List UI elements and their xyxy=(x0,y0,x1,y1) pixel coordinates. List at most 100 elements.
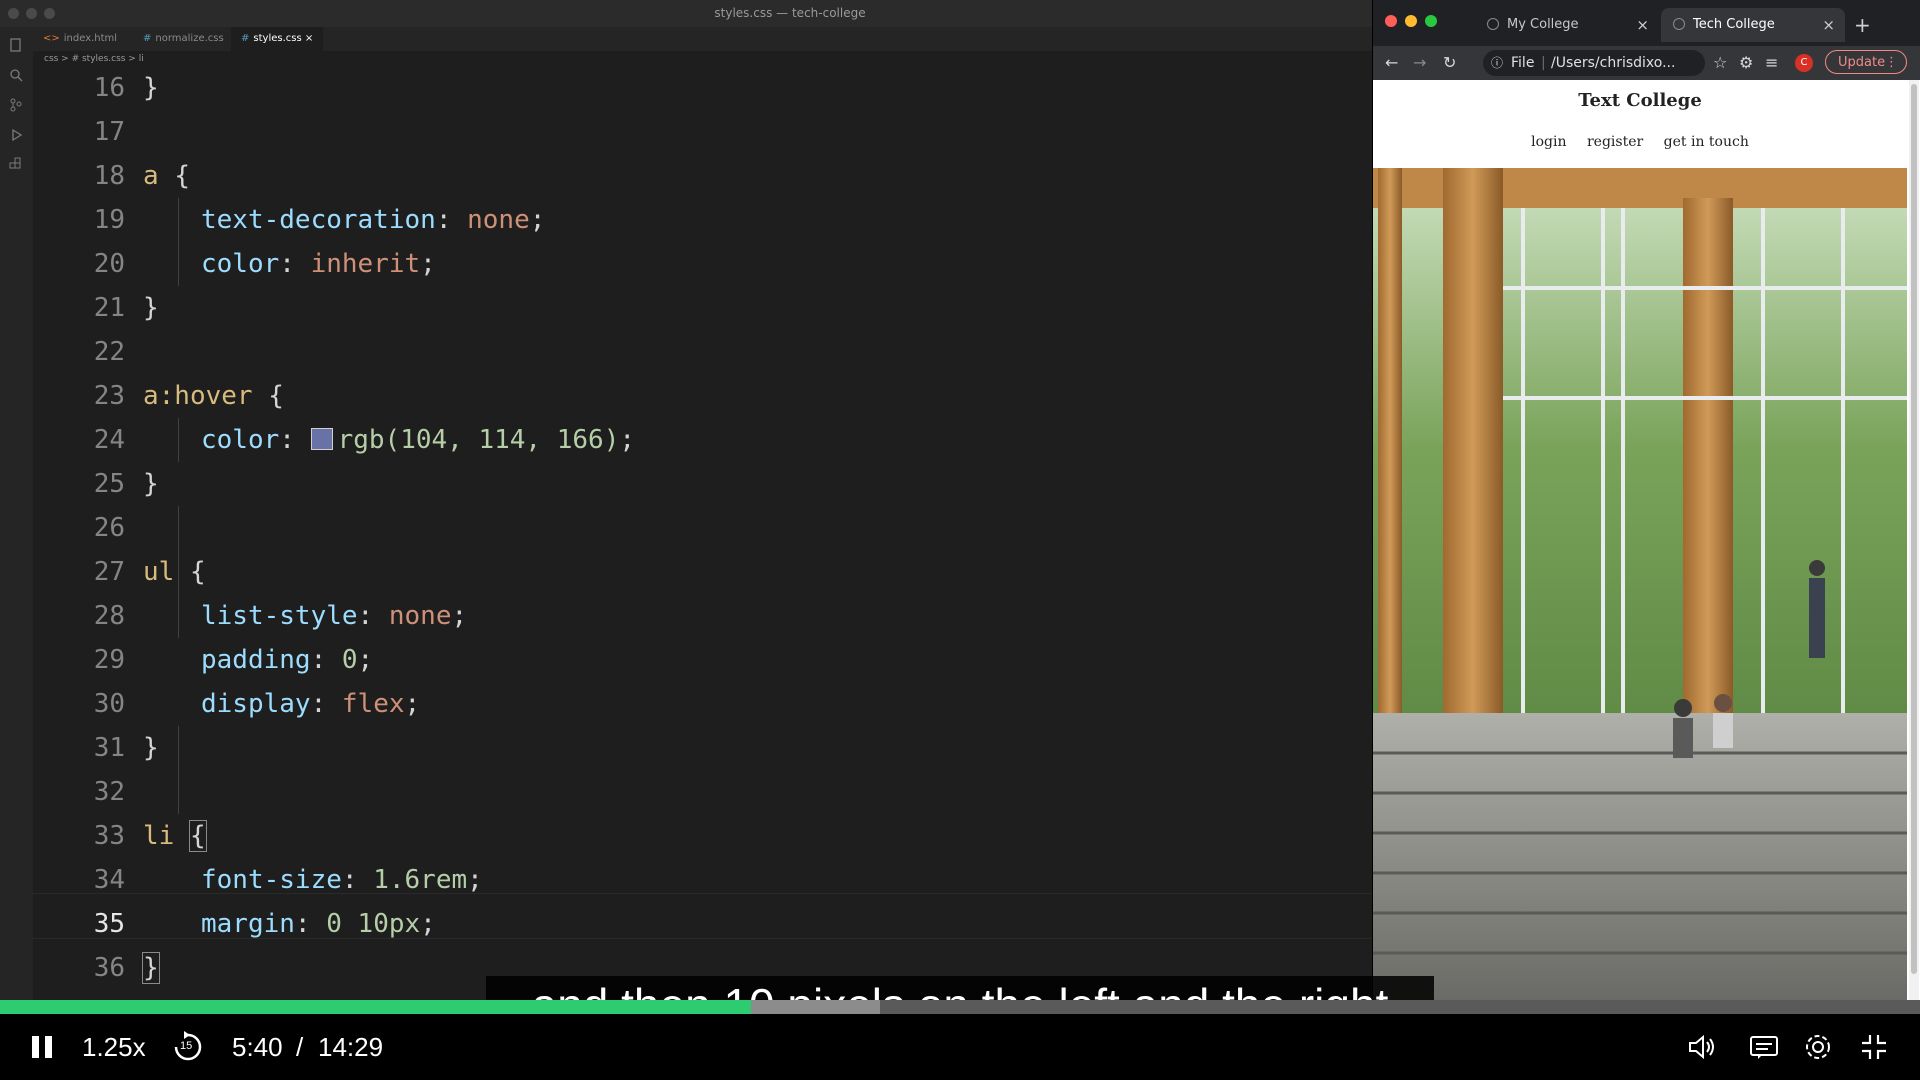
campus-atrium-photo xyxy=(1373,168,1907,1000)
minimize-window-button[interactable] xyxy=(1405,15,1417,27)
code-line[interactable]: 29 padding: 0; xyxy=(33,638,1372,682)
color-swatch[interactable] xyxy=(310,428,333,450)
forward-arrow-icon[interactable]: → xyxy=(1413,46,1426,80)
kebab-menu-icon[interactable]: ⋮ xyxy=(1873,51,1898,75)
site-title: Text College xyxy=(1578,90,1702,111)
browser-tab-strip: My College × Tech College × + xyxy=(1373,0,1920,46)
run-debug-icon[interactable] xyxy=(8,127,24,143)
code-line[interactable]: 17 xyxy=(33,110,1372,154)
tab-label: styles.css xyxy=(253,33,302,44)
html-file-icon: <> xyxy=(43,33,60,44)
code-text: list-style: none; xyxy=(201,601,468,631)
reload-icon[interactable]: ↻ xyxy=(1443,46,1456,80)
code-line[interactable]: 16} xyxy=(33,66,1372,110)
code-line[interactable]: 26 xyxy=(33,506,1372,550)
close-tab-icon[interactable]: × xyxy=(1636,8,1649,42)
code-text: } xyxy=(143,293,159,323)
line-number: 35 xyxy=(93,909,125,939)
line-number: 18 xyxy=(93,161,125,191)
code-line[interactable]: 32 xyxy=(33,770,1372,814)
nav-link-get-in-touch[interactable]: get in touch xyxy=(1664,134,1749,150)
bookmark-star-icon[interactable]: ☆ xyxy=(1713,46,1727,80)
source-control-icon[interactable] xyxy=(8,97,24,113)
code-line[interactable]: 35 margin: 0 10px; xyxy=(33,902,1372,946)
update-button[interactable]: Update ⋮ xyxy=(1825,50,1907,74)
code-text: } xyxy=(143,73,159,103)
line-number: 33 xyxy=(93,821,125,851)
info-icon[interactable]: ⓘ xyxy=(1491,50,1503,76)
code-line[interactable]: 34 font-size: 1.6rem; xyxy=(33,858,1372,902)
line-number: 28 xyxy=(93,601,125,631)
close-tab-icon[interactable]: × xyxy=(1822,8,1835,42)
nav-link-register[interactable]: register xyxy=(1587,134,1643,150)
code-text: display: flex; xyxy=(201,689,421,719)
maximize-window-button[interactable] xyxy=(1425,15,1437,27)
new-tab-button[interactable]: + xyxy=(1854,10,1871,40)
settings-gear-icon[interactable] xyxy=(1802,1031,1834,1063)
code-line[interactable]: 19 text-decoration: none; xyxy=(33,198,1372,242)
exit-fullscreen-icon[interactable] xyxy=(1858,1031,1890,1063)
code-line[interactable]: 33 li { xyxy=(33,814,1372,858)
captions-icon[interactable] xyxy=(1748,1031,1780,1063)
browser-tab-tech-college[interactable]: Tech College × xyxy=(1661,8,1845,42)
browser-window: My College × Tech College × + ← → ↻ ⓘ Fi… xyxy=(1372,0,1920,1080)
pause-icon[interactable] xyxy=(26,1031,58,1063)
code-text: font-size: 1.6rem; xyxy=(201,865,483,895)
address-scheme: File xyxy=(1511,55,1535,71)
code-text: li { xyxy=(143,820,207,852)
profile-avatar[interactable]: C xyxy=(1795,54,1813,72)
close-tab-icon[interactable]: × xyxy=(305,33,313,44)
reading-list-icon[interactable]: ≡ xyxy=(1765,46,1778,80)
code-text: text-decoration: none; xyxy=(201,205,546,235)
code-line[interactable]: 18 a { xyxy=(33,154,1372,198)
line-number: 31 xyxy=(93,733,125,763)
tab-index-html[interactable]: <> index.html xyxy=(33,27,127,51)
code-text: a:hover { xyxy=(143,381,284,411)
address-text: /Users/chrisdixo... xyxy=(1551,55,1676,71)
browser-toolbar: ← → ↻ ⓘ File | /Users/chrisdixo... ☆ ⚙ ≡… xyxy=(1373,46,1920,80)
line-number: 20 xyxy=(93,249,125,279)
code-line[interactable]: 28 list-style: none; xyxy=(33,594,1372,638)
extensions-puzzle-icon[interactable]: ⚙ xyxy=(1739,46,1753,80)
activity-bar xyxy=(0,27,33,1080)
skip-back-15-button[interactable]: 15 xyxy=(172,1031,204,1063)
search-icon[interactable] xyxy=(8,67,24,83)
page-scrollbar[interactable] xyxy=(1909,80,1919,1000)
close-window-button[interactable] xyxy=(1385,15,1397,27)
web-page: Text College login register get in touch xyxy=(1373,80,1920,1000)
extensions-icon[interactable] xyxy=(8,157,24,173)
code-text: ul { xyxy=(143,557,206,587)
code-editor-window: styles.css — tech-college <> index.html #… xyxy=(0,0,1372,1080)
code-text: } xyxy=(143,469,159,499)
browser-tab-my-college[interactable]: My College × xyxy=(1475,8,1659,42)
current-time: 5:40 xyxy=(232,1032,283,1062)
code-line[interactable]: 27 ul { xyxy=(33,550,1372,594)
volume-icon[interactable] xyxy=(1686,1031,1718,1063)
line-number: 34 xyxy=(93,865,125,895)
code-line[interactable]: 20 color: inherit; xyxy=(33,242,1372,286)
scrollbar-thumb[interactable] xyxy=(1911,84,1917,974)
code-line[interactable]: 22 xyxy=(33,330,1372,374)
code-line[interactable]: 24 color: rgb(104, 114, 166); xyxy=(33,418,1372,462)
code-line[interactable]: 31} xyxy=(33,726,1372,770)
code-line[interactable]: 23 a:hover { xyxy=(33,374,1372,418)
line-number: 32 xyxy=(93,777,125,807)
address-bar[interactable]: ⓘ File | /Users/chrisdixo... xyxy=(1483,50,1705,76)
back-arrow-icon[interactable]: ← xyxy=(1385,46,1398,80)
line-number: 29 xyxy=(93,645,125,675)
video-progress-bar[interactable] xyxy=(0,1000,1920,1014)
line-number: 21 xyxy=(93,293,125,323)
globe-icon xyxy=(1487,18,1499,30)
nav-link-login[interactable]: login xyxy=(1531,134,1566,150)
code-line[interactable]: 25} xyxy=(33,462,1372,506)
code-line[interactable]: 30 display: flex; xyxy=(33,682,1372,726)
tab-styles-css[interactable]: # styles.css × xyxy=(231,27,324,51)
address-divider: | xyxy=(1541,55,1546,71)
playback-speed-button[interactable]: 1.25x xyxy=(82,1014,146,1080)
tab-normalize-css[interactable]: # normalize.css xyxy=(133,27,234,51)
code-line[interactable]: 21} xyxy=(33,286,1372,330)
explorer-icon[interactable] xyxy=(8,37,24,53)
window-title: styles.css — tech-college xyxy=(714,6,866,20)
breadcrumb[interactable]: css > # styles.css > li xyxy=(44,52,144,66)
code-text: color: rgb(104, 114, 166); xyxy=(201,425,636,455)
